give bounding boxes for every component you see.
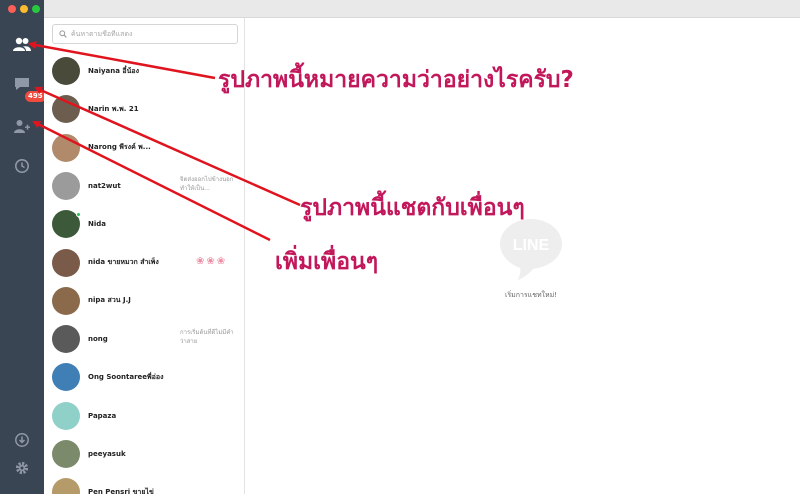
annotation-add-friend: เพิ่มเพื่อนๆ [275, 249, 379, 275]
line-app-window: 495 ค้นหาตามชื่อที่แสดง Naiyana อี๋น้อง … [0, 0, 800, 494]
friend-status-message: จิตส่งออกไปข้างนอกทำให้เป็น... [180, 175, 234, 192]
close-window-button[interactable] [8, 5, 16, 13]
minimize-window-button[interactable] [20, 5, 28, 13]
friend-list-item[interactable]: nida ขายหมวก สำเพ็ง ❀❀❀ [44, 246, 244, 284]
friend-list-item[interactable]: Naiyana อี๋น้อง [44, 54, 244, 92]
friend-name: Papaza [88, 411, 117, 420]
friend-list-item[interactable]: Pen Pensri ขายไข่ [44, 475, 244, 494]
zoom-window-button[interactable] [32, 5, 40, 13]
friend-name: nong [88, 335, 108, 344]
avatar [52, 286, 80, 315]
friend-name: Naiyana อี๋น้อง [88, 66, 140, 75]
sidebar: 495 [0, 18, 46, 494]
friend-name: nida ขายหมวก สำเพ็ง [88, 258, 159, 266]
avatar [52, 95, 80, 124]
avatar [52, 440, 80, 468]
friend-name: Narin พ.พ. 21 [88, 104, 139, 113]
clock-icon [15, 159, 29, 173]
avatar [52, 325, 80, 354]
friend-name: nipa สวน J.J [88, 296, 131, 305]
friend-list-item[interactable]: Nida [44, 207, 244, 245]
friend-status-message: การเริ่มต้นที่ดีไม่มีคำว่าสาย [180, 329, 234, 346]
unread-badge: 495 [25, 91, 46, 102]
gear-icon [15, 461, 29, 475]
online-indicator [76, 212, 81, 218]
friend-list-item[interactable]: nipa สวน J.J [44, 284, 244, 322]
avatar [52, 401, 80, 430]
line-logo-text: LINE [513, 237, 550, 254]
search-box[interactable] [52, 24, 238, 44]
chat-icon [15, 78, 29, 90]
sidebar-item-friends[interactable] [8, 30, 36, 58]
title-bar [0, 0, 800, 18]
friends-icon [13, 37, 31, 51]
friend-name: Ong Soontareeพี่อ่อง [88, 372, 164, 381]
friend-list-item[interactable]: Narin พ.พ. 21 [44, 92, 244, 130]
friend-name: peeyasuk [88, 450, 126, 458]
friend-name: Narong พีรงค์ พ... [88, 143, 151, 152]
sidebar-item-download[interactable] [8, 426, 36, 454]
friend-list-item[interactable]: peeyasuk [44, 437, 244, 475]
avatar [52, 133, 80, 162]
friend-list-item[interactable]: nong การเริ่มต้นที่ดีไม่มีคำว่าสาย [44, 322, 244, 360]
avatar [52, 248, 80, 277]
friend-list-item[interactable]: Papaza [44, 399, 244, 437]
annotation-question: รูปภาพนี้หมายความว่าอย่างไรครับ? [218, 67, 574, 93]
friend-list-item[interactable]: Ong Soontareeพี่อ่อง [44, 360, 244, 398]
download-icon [15, 433, 29, 447]
avatar [52, 57, 80, 85]
friend-list-pane: Naiyana อี๋น้อง Narin พ.พ. 21 Narong พีรงค… [44, 18, 245, 494]
avatar [52, 171, 80, 200]
friend-name: Pen Pensri ขายไข่ [88, 487, 154, 494]
friend-name: nat2wut [88, 181, 121, 190]
avatar [52, 478, 80, 494]
flower-decoration: ❀❀❀ [196, 255, 228, 267]
sidebar-item-timeline[interactable] [8, 152, 36, 180]
friend-list-item[interactable]: Narong พีรงค์ พ... [44, 131, 244, 169]
friend-list-item[interactable]: nat2wut จิตส่งออกไปข้างนอกทำให้เป็น... [44, 169, 244, 207]
friend-name: Nida [88, 220, 106, 229]
annotation-chat: รูปภาพนี้แชตกับเพื่อนๆ [300, 195, 525, 221]
start-new-chat-text: เริ่มการแชทใหม่! [504, 291, 558, 299]
search-input[interactable] [71, 30, 231, 38]
add-friend-icon [14, 120, 30, 133]
avatar [52, 363, 80, 392]
sidebar-item-settings[interactable] [8, 454, 36, 482]
sidebar-item-add-friend[interactable] [8, 112, 36, 140]
search-icon [59, 30, 67, 38]
